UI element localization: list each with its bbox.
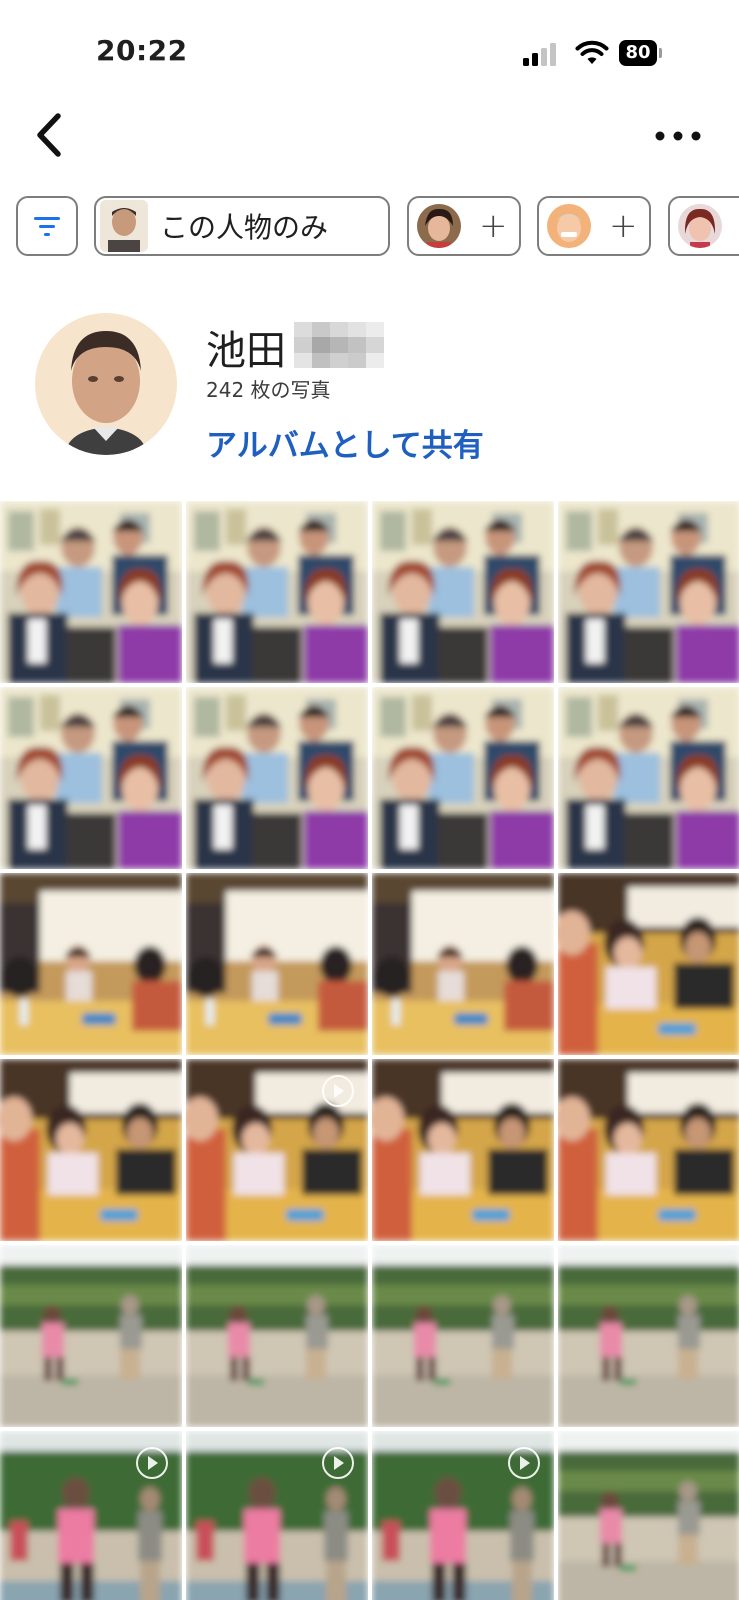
photo-thumbnail[interactable]	[558, 501, 739, 683]
video-thumbnail[interactable]	[186, 1059, 368, 1241]
photo-thumbnail[interactable]	[372, 687, 554, 869]
share-as-album-link[interactable]: アルバムとして共有	[206, 420, 484, 465]
add-person-plus: +	[479, 206, 508, 246]
photo-grid-row	[0, 501, 739, 683]
more-options-button[interactable]	[648, 116, 708, 156]
play-video-icon	[136, 1447, 168, 1479]
person-filter-chips: この人物のみ + +	[0, 196, 739, 260]
only-this-person-label: この人物のみ	[160, 211, 329, 244]
photo-grid-row	[0, 1245, 739, 1427]
status-bar: 20:22 80	[0, 0, 739, 100]
photo-thumbnail[interactable]	[186, 873, 368, 1055]
photo-thumbnail[interactable]	[0, 873, 182, 1055]
photo-grid-row	[0, 1059, 739, 1241]
person-avatar	[417, 204, 461, 248]
photo-grid-row	[0, 687, 739, 869]
photo-thumbnail[interactable]	[186, 1245, 368, 1427]
only-this-person-chip[interactable]: この人物のみ	[94, 196, 390, 256]
add-person-plus: +	[609, 206, 638, 246]
play-video-icon	[322, 1447, 354, 1479]
person-avatar-large[interactable]	[35, 313, 177, 455]
person-thumbnail	[100, 200, 148, 252]
photo-grid	[0, 501, 739, 1600]
photo-grid-row	[0, 873, 739, 1055]
photo-thumbnail[interactable]	[186, 501, 368, 683]
play-video-icon	[508, 1447, 540, 1479]
add-person-chip[interactable]: +	[668, 196, 739, 256]
photo-thumbnail[interactable]	[558, 687, 739, 869]
photo-thumbnail[interactable]	[558, 1059, 739, 1241]
video-thumbnail[interactable]	[0, 1431, 182, 1600]
person-name[interactable]: 池田	[206, 318, 286, 376]
battery-icon: 80	[619, 40, 662, 66]
video-thumbnail[interactable]	[186, 1431, 368, 1600]
wifi-icon	[575, 40, 609, 64]
battery-level: 80	[619, 40, 657, 66]
photo-thumbnail[interactable]	[0, 1245, 182, 1427]
photo-thumbnail[interactable]	[372, 873, 554, 1055]
photo-thumbnail[interactable]	[558, 1431, 739, 1600]
photo-thumbnail[interactable]	[186, 687, 368, 869]
photo-thumbnail[interactable]	[0, 1059, 182, 1241]
name-pixelation	[294, 322, 384, 368]
photo-thumbnail[interactable]	[0, 501, 182, 683]
photo-count: 242 枚の写真	[206, 378, 331, 402]
more-dots-icon	[655, 131, 701, 141]
add-person-chip[interactable]: +	[407, 196, 521, 256]
photo-thumbnail[interactable]	[372, 1059, 554, 1241]
status-time: 20:22	[96, 34, 188, 67]
photo-thumbnail[interactable]	[372, 1245, 554, 1427]
signal-icon	[523, 42, 559, 66]
photo-thumbnail[interactable]	[372, 501, 554, 683]
back-button[interactable]	[26, 108, 72, 162]
person-avatar	[678, 204, 722, 248]
person-avatar	[547, 204, 591, 248]
photo-thumbnail[interactable]	[0, 687, 182, 869]
add-person-chip[interactable]: +	[537, 196, 651, 256]
play-video-icon	[322, 1075, 354, 1107]
filter-button[interactable]	[16, 196, 78, 256]
photo-grid-row	[0, 1431, 739, 1600]
video-thumbnail[interactable]	[372, 1431, 554, 1600]
photo-thumbnail[interactable]	[558, 1245, 739, 1427]
photo-thumbnail[interactable]	[558, 873, 739, 1055]
filter-icon	[34, 217, 60, 236]
back-chevron-icon	[37, 113, 61, 157]
